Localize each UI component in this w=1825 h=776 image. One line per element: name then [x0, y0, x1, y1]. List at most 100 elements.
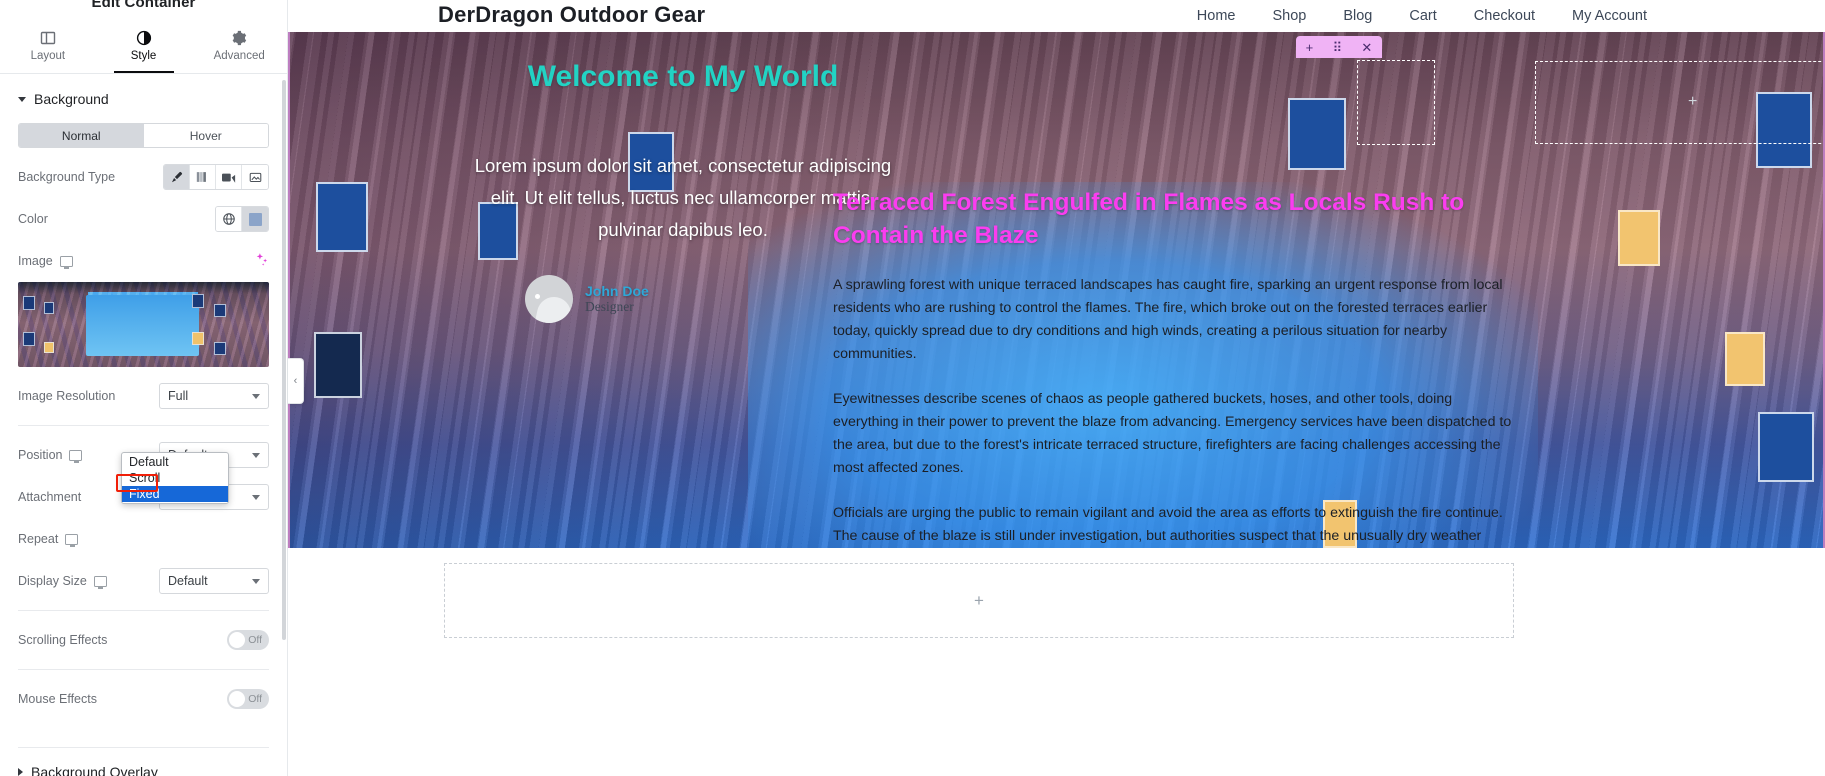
row-color: Color: [0, 206, 287, 232]
chevron-down-icon: [252, 494, 260, 500]
building-window: [1756, 92, 1812, 168]
chevron-down-icon: [252, 452, 260, 458]
panel-collapse-handle[interactable]: ‹: [288, 358, 304, 404]
tab-style[interactable]: Style: [96, 18, 192, 73]
nav-item-checkout[interactable]: Checkout: [1474, 8, 1535, 24]
mouse-effects-toggle[interactable]: Off: [227, 689, 269, 709]
panel-title: Edit Container: [91, 0, 196, 11]
attachment-dropdown-menu: Default Scroll Fixed: [121, 452, 229, 504]
row-display-size: Display Size Default: [0, 568, 287, 594]
cursor-plus-icon: +: [1688, 93, 1698, 110]
tab-advanced[interactable]: Advanced: [191, 18, 287, 73]
article-paragraph-1: A sprawling forest with unique terraced …: [833, 277, 1503, 363]
dropdown-option-default[interactable]: Default: [122, 454, 228, 470]
color-swatch-icon[interactable]: [242, 207, 268, 231]
article-heading: Terraced Forest Engulfed in Flames as Lo…: [833, 189, 1465, 249]
image-resolution-value: Full: [168, 389, 189, 403]
scrolling-effects-label: Scrolling Effects: [18, 633, 108, 647]
site-nav: Home Shop Blog Cart Checkout My Account: [1197, 8, 1647, 24]
testimonial-block[interactable]: John Doe Designer: [473, 275, 893, 324]
background-section-header[interactable]: Background: [0, 75, 287, 119]
close-icon[interactable]: ✕: [1361, 41, 1372, 54]
site-brand[interactable]: DerDragon Outdoor Gear: [438, 2, 705, 28]
mouse-effects-label: Mouse Effects: [18, 692, 97, 706]
hero-container[interactable]: Welcome to My World Lorem ipsum dolor si…: [288, 32, 1825, 548]
dropdown-option-fixed[interactable]: Fixed: [122, 486, 228, 502]
nav-item-home[interactable]: Home: [1197, 8, 1236, 24]
thumb-window: [214, 342, 226, 355]
chevron-left-icon: ‹: [293, 375, 298, 387]
nav-item-cart[interactable]: Cart: [1409, 8, 1436, 24]
tab-advanced-label: Advanced: [213, 49, 265, 62]
slideshow-icon[interactable]: [242, 165, 268, 189]
panel-scrollbar[interactable]: [282, 80, 286, 640]
responsive-desktop-icon[interactable]: [59, 255, 73, 269]
brush-icon[interactable]: [164, 165, 190, 189]
background-type-iconset: [163, 164, 269, 190]
chevron-right-icon: [18, 768, 23, 776]
site-header: DerDragon Outdoor Gear Home Shop Blog Ca…: [288, 0, 1825, 32]
tab-style-label: Style: [130, 49, 157, 62]
color-label: Color: [18, 212, 48, 226]
display-size-label: Display Size: [18, 574, 87, 588]
background-overlay-section-header[interactable]: Background Overlay: [0, 748, 287, 776]
chevron-down-icon: [18, 96, 26, 102]
add-new-section-button[interactable]: +: [444, 563, 1514, 638]
image-label: Image: [18, 254, 53, 268]
thumb-window: [214, 304, 226, 317]
responsive-desktop-icon[interactable]: [69, 449, 83, 463]
responsive-desktop-icon[interactable]: [65, 533, 79, 547]
avatar-icon: [525, 275, 573, 324]
image-resolution-select[interactable]: Full: [159, 383, 269, 409]
video-icon[interactable]: [216, 165, 242, 189]
background-type-label: Background Type: [18, 170, 116, 184]
thumb-window: [23, 332, 35, 346]
editor-settings-panel: Edit Container Layout Style Advanced Bac…: [0, 0, 288, 776]
row-image-resolution: Image Resolution Full: [0, 383, 287, 409]
attachment-label: Attachment: [18, 490, 82, 504]
thumb-window: [44, 302, 54, 314]
drag-handle-icon[interactable]: ⠿: [1333, 41, 1343, 54]
nav-item-shop[interactable]: Shop: [1272, 8, 1306, 24]
globe-icon[interactable]: [216, 207, 242, 231]
gradient-icon[interactable]: [190, 165, 216, 189]
dropdown-option-scroll[interactable]: Scroll: [122, 470, 228, 486]
ai-sparkle-icon[interactable]: [255, 252, 269, 271]
building-window-lit: [1725, 332, 1765, 386]
article-paragraph-2: Eyewitnesses describe scenes of chaos as…: [833, 391, 1512, 477]
thumb-window-lit: [192, 332, 204, 345]
panel-tabs: Layout Style Advanced: [0, 18, 287, 74]
style-contrast-icon: [136, 30, 152, 46]
nav-item-my-account[interactable]: My Account: [1572, 8, 1647, 24]
thumb-window: [23, 296, 35, 310]
editor-canvas: DerDragon Outdoor Gear Home Shop Blog Ca…: [288, 0, 1825, 776]
state-hover[interactable]: Hover: [143, 124, 268, 147]
container-edge-left: [288, 32, 290, 548]
add-section-plus-icon: +: [974, 590, 984, 610]
background-section-title: Background: [34, 91, 109, 107]
repeat-label: Repeat: [18, 532, 59, 546]
panel-body: Background Normal Hover Background Type: [0, 75, 287, 776]
display-size-value: Default: [168, 574, 208, 588]
tab-layout-label: Layout: [30, 49, 66, 62]
scrolling-effects-state: Off: [248, 634, 262, 646]
state-toggle: Normal Hover: [18, 123, 269, 148]
article-paragraph-3: Officials are urging the public to remai…: [833, 505, 1503, 545]
add-widget-icon[interactable]: +: [1306, 41, 1314, 54]
testimonial-name: John Doe: [585, 283, 649, 300]
row-mouse-effects: Mouse Effects Off: [0, 686, 287, 712]
nav-item-blog[interactable]: Blog: [1343, 8, 1372, 24]
mouse-effects-state: Off: [248, 693, 262, 705]
background-image-thumbnail[interactable]: [18, 282, 269, 367]
article-block[interactable]: Terraced Forest Engulfed in Flames as Lo…: [833, 187, 1518, 548]
tab-layout[interactable]: Layout: [0, 18, 96, 73]
building-window-lit: [1618, 210, 1660, 266]
hero-text-block[interactable]: Welcome to My World Lorem ipsum dolor si…: [473, 60, 893, 324]
divider: [18, 669, 269, 670]
display-size-select[interactable]: Default: [159, 568, 269, 594]
scrolling-effects-toggle[interactable]: Off: [227, 630, 269, 650]
responsive-desktop-icon[interactable]: [93, 575, 107, 589]
row-background-type: Background Type: [0, 164, 287, 190]
state-normal[interactable]: Normal: [19, 124, 144, 147]
building-window: [316, 182, 368, 252]
